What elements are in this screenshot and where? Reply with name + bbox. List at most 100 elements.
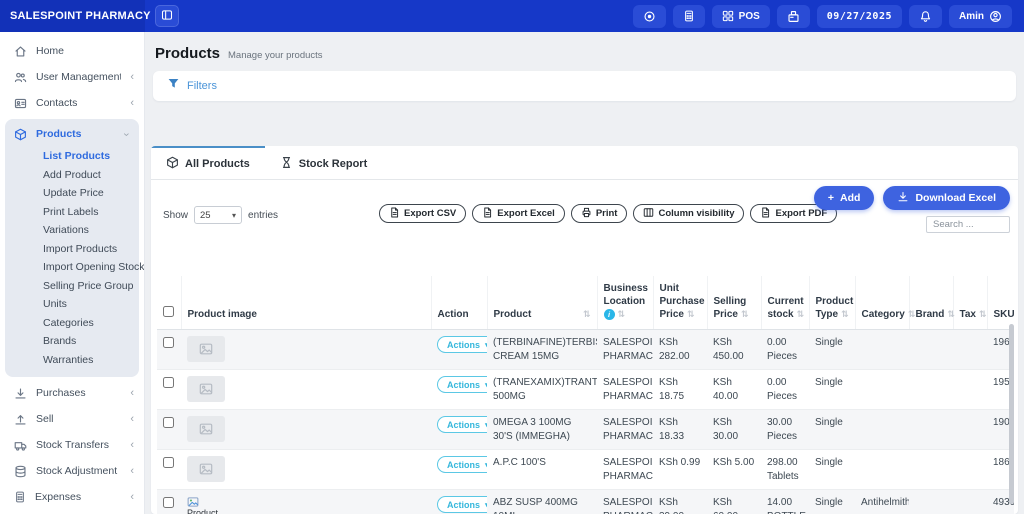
register-button[interactable] xyxy=(777,5,810,28)
sidebar-item-user-management[interactable]: User Management‹ xyxy=(0,64,144,90)
sidebar-toggle-button[interactable] xyxy=(155,5,179,27)
product-image-placeholder xyxy=(187,336,225,362)
cell-tax xyxy=(953,450,987,490)
tab-label: All Products xyxy=(185,158,250,170)
add-button[interactable]: + Add xyxy=(814,186,875,210)
file-icon xyxy=(482,207,493,221)
pos-button[interactable]: POS xyxy=(712,5,770,28)
row-checkbox[interactable] xyxy=(163,417,174,428)
cell-product: ABZ SUSP 400MG 10ML xyxy=(487,490,597,514)
search-input[interactable] xyxy=(926,216,1010,233)
column-visibility-button[interactable]: Column visibility xyxy=(633,204,744,223)
pos-label: POS xyxy=(739,11,760,22)
cell-tax xyxy=(953,410,987,450)
cell-stock: 0.00 Pieces xyxy=(761,370,809,410)
vertical-scrollbar[interactable] xyxy=(1009,324,1014,504)
cell-type: Single xyxy=(809,490,855,514)
sidebar-item-purchases[interactable]: Purchases‹ xyxy=(0,380,144,406)
sidebar-item-contacts[interactable]: Contacts‹ xyxy=(0,90,144,116)
sidebar-subitem-variations[interactable]: Variations xyxy=(43,221,139,240)
row-checkbox[interactable] xyxy=(163,497,174,508)
row-actions-button[interactable]: Actions▾ xyxy=(437,416,487,433)
sidebar-subitem-units[interactable]: Units xyxy=(43,295,139,314)
chevron-down-icon: ▾ xyxy=(485,381,487,389)
tab-all-products[interactable]: All Products xyxy=(151,146,265,179)
info-icon[interactable]: i xyxy=(604,309,615,320)
table-body: Actions▾(TERBINAFINE)TERBISWIFT CREAM 15… xyxy=(157,330,1014,514)
download-icon xyxy=(14,387,27,400)
cell-action: Actions▾ xyxy=(431,370,487,410)
sidebar-item-sell[interactable]: Sell‹ xyxy=(0,406,144,432)
sidebar-item-home[interactable]: Home xyxy=(0,38,144,64)
row-actions-button[interactable]: Actions▾ xyxy=(437,496,487,513)
clock-in-button[interactable] xyxy=(633,5,666,28)
page-header: Products Manage your products xyxy=(155,45,1014,62)
sidebar-subitem-import-products[interactable]: Import Products xyxy=(43,240,139,259)
column-header-product-image[interactable]: Product image xyxy=(181,276,431,330)
column-header-tax[interactable]: Tax⇅ xyxy=(953,276,987,330)
cell-product-image xyxy=(181,370,431,410)
database-icon xyxy=(14,465,27,478)
cell-purchase: KSh 18.33 xyxy=(653,410,707,450)
sidebar-subitem-update-price[interactable]: Update Price xyxy=(43,184,139,203)
sidebar-item-stock-transfers[interactable]: Stock Transfers‹ xyxy=(0,432,144,458)
sidebar-subitem-warranties[interactable]: Warranties xyxy=(43,351,139,370)
cell-stock: 14.00 BOTTLE xyxy=(761,490,809,514)
sidebar-subitem-import-opening-stock[interactable]: Import Opening Stock xyxy=(43,258,139,277)
sidebar-subitem-list-products[interactable]: List Products xyxy=(43,147,139,166)
column-header-sku[interactable]: SKU⇅ xyxy=(987,276,1014,330)
sidebar-item-stock-adjustment[interactable]: Stock Adjustment‹ xyxy=(0,458,144,484)
column-header-product[interactable]: Product⇅ xyxy=(487,276,597,330)
box-icon xyxy=(14,128,27,141)
download-button-label: Download Excel xyxy=(915,192,996,204)
sort-icon: ⇅ xyxy=(908,309,916,319)
sidebar-item-products[interactable]: Products‹ xyxy=(5,121,139,147)
column-header-brand[interactable]: Brand⇅ xyxy=(909,276,953,330)
calculator-button[interactable] xyxy=(673,5,705,28)
export-csv-button[interactable]: Export CSV xyxy=(379,204,466,223)
sidebar-item-expenses[interactable]: Expenses‹ xyxy=(0,484,144,510)
row-actions-button[interactable]: Actions▾ xyxy=(437,336,487,353)
cell-type: Single xyxy=(809,450,855,490)
print-button[interactable]: Print xyxy=(571,204,628,223)
home-icon xyxy=(14,45,27,58)
file-icon xyxy=(389,207,400,221)
sidebar-subitem-brands[interactable]: Brands xyxy=(43,332,139,351)
row-checkbox[interactable] xyxy=(163,337,174,348)
sidebar-item-payment-accounts[interactable]: Payment Accounts‹ xyxy=(0,510,144,514)
column-header-unit-purchase-price[interactable]: Unit Purchase Price⇅ xyxy=(653,276,707,330)
notifications-button[interactable] xyxy=(909,5,942,28)
row-checkbox[interactable] xyxy=(163,377,174,388)
actions-label: Actions xyxy=(447,460,480,470)
sidebar-subitem-categories[interactable]: Categories xyxy=(43,314,139,333)
entries-label: entries xyxy=(248,210,278,221)
row-checkbox[interactable] xyxy=(163,457,174,468)
sidebar-subitem-print-labels[interactable]: Print Labels xyxy=(43,203,139,222)
top-navbar: SALESPOINT PHARMACY POS 09/27/2025 Amin xyxy=(0,0,1024,32)
export-excel-button[interactable]: Export Excel xyxy=(472,204,565,223)
button-label: Export CSV xyxy=(404,208,456,219)
show-entries-control: Show 25 ▾ entries xyxy=(163,206,278,224)
column-header-action[interactable]: Action xyxy=(431,276,487,330)
column-header-business-location[interactable]: Business Locationi⇅ xyxy=(597,276,653,330)
tab-stock-report[interactable]: Stock Report xyxy=(265,146,382,179)
download-excel-button[interactable]: Download Excel xyxy=(883,186,1010,210)
user-menu-button[interactable]: Amin xyxy=(949,5,1012,28)
column-header-category[interactable]: Category⇅ xyxy=(855,276,909,330)
column-header-selling-price[interactable]: Selling Price⇅ xyxy=(707,276,761,330)
sidebar-subitem-selling-price-group[interactable]: Selling Price Group xyxy=(43,277,139,296)
column-header-product-type[interactable]: Product Type⇅ xyxy=(809,276,855,330)
filters-panel[interactable]: Filters xyxy=(153,71,1016,101)
button-label: Print xyxy=(596,208,618,219)
row-actions-button[interactable]: Actions▾ xyxy=(437,456,487,473)
date-display[interactable]: 09/27/2025 xyxy=(817,5,902,28)
cell-brand xyxy=(909,450,953,490)
entries-select[interactable]: 25 ▾ xyxy=(194,206,242,224)
select-all-checkbox[interactable] xyxy=(163,306,174,317)
row-actions-button[interactable]: Actions▾ xyxy=(437,376,487,393)
column-header-current-stock[interactable]: Current stock⇅ xyxy=(761,276,809,330)
cell-selling: KSh 30.00 xyxy=(707,410,761,450)
sidebar-subitem-add-product[interactable]: Add Product xyxy=(43,166,139,185)
export-buttons-group: Export CSV Export Excel Print Column visibi… xyxy=(379,204,837,223)
tabs-bar: All Products Stock Report xyxy=(151,146,1018,180)
